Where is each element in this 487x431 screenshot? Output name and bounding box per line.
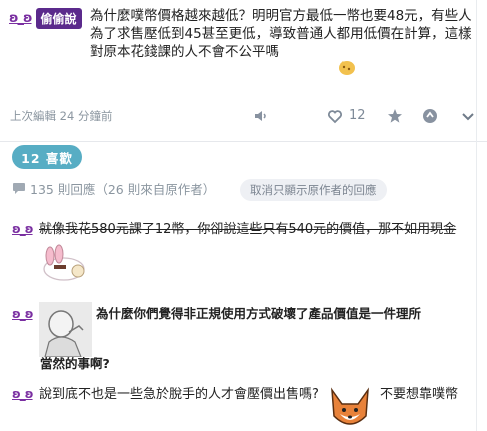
- comment-author[interactable]: ʚ_ʚ: [12, 387, 34, 401]
- cookie-sticker-icon: [339, 61, 355, 75]
- fox-sticker-icon: [331, 387, 369, 425]
- like-count: 12: [349, 108, 366, 123]
- comment-text: 就像我花580元課了12幣，你卻說這些只有540元的價值，那不如用現金: [39, 222, 457, 237]
- thinking-man-sticker-icon: [39, 302, 92, 357]
- post-author-row: ʚ_ʚ 偷偷說: [9, 8, 82, 29]
- likes-count-pill[interactable]: 12 喜歡: [12, 145, 82, 169]
- comment-text: 為什麼你們覺得非正規使用方式破壞了產品價值是一件理所: [96, 306, 422, 321]
- bunny-sticker-icon: [43, 244, 85, 281]
- comment-text: 說到底不也是一些急於脫手的人才會壓價出售嗎?: [39, 387, 319, 402]
- star-icon: [388, 109, 402, 123]
- scrollbar-track[interactable]: [476, 0, 477, 431]
- post-meta-row: 上次編輯 24 分鐘前 12: [0, 101, 487, 129]
- author-filter-button[interactable]: 取消只顯示原作者的回應: [240, 179, 387, 201]
- comment-text-tail: 不要想靠噗幣: [380, 387, 459, 402]
- comment-author[interactable]: ʚ_ʚ: [12, 222, 34, 236]
- mute-button[interactable]: [250, 105, 272, 127]
- reply-summary: 135 則回應（26 則來自原作者）: [12, 179, 215, 198]
- post-content: 為什麼噗幣價格越來越低？明明官方最低一幣也要48元，有些人為了求售壓低到45甚至…: [90, 8, 472, 60]
- replurk-button[interactable]: [419, 105, 441, 127]
- post-author-name[interactable]: ʚ_ʚ: [9, 11, 33, 26]
- anonymous-badge: 偷偷說: [35, 8, 82, 29]
- replurk-icon: [423, 109, 437, 123]
- chat-bubble-icon: [13, 183, 25, 194]
- like-button[interactable]: [324, 105, 346, 127]
- comment-author[interactable]: ʚ_ʚ: [12, 307, 34, 321]
- edited-time: 上次編輯 24 分鐘前: [10, 109, 113, 123]
- post-divider: [0, 141, 487, 142]
- reply-count: 135 則回應（26 則來自原作者）: [30, 182, 216, 197]
- heart-icon: [328, 110, 342, 124]
- plurk-post: ʚ_ʚ 偷偷說 為什麼噗幣價格越來越低？明明官方最低一幣也要48元，有些人為了求…: [0, 0, 487, 142]
- favorite-button[interactable]: [384, 105, 406, 127]
- chevron-down-icon: [462, 113, 474, 121]
- mute-icon: [255, 111, 266, 121]
- comment-text-continued: 當然的事啊?: [40, 356, 110, 371]
